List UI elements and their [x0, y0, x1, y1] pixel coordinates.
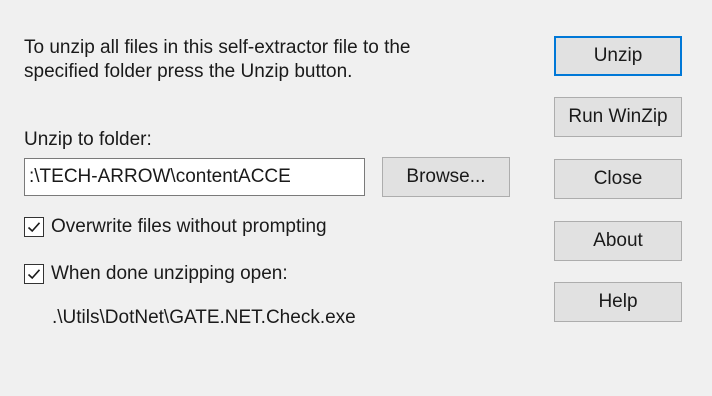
- open-when-done-label: When done unzipping open:: [51, 263, 288, 284]
- help-button[interactable]: Help: [554, 282, 682, 322]
- open-file-path: .\Utils\DotNet\GATE.NET.Check.exe: [52, 307, 356, 328]
- instructions-text: To unzip all files in this self-extracto…: [24, 37, 411, 82]
- overwrite-label: Overwrite files without prompting: [51, 216, 327, 237]
- open-when-done-option[interactable]: When done unzipping open:: [24, 262, 288, 286]
- overwrite-option[interactable]: Overwrite files without prompting: [24, 215, 327, 239]
- checkmark-icon: [27, 222, 41, 233]
- unzip-folder-label: Unzip to folder:: [24, 129, 152, 150]
- close-button[interactable]: Close: [554, 159, 682, 199]
- unzip-folder-input[interactable]: [24, 158, 365, 196]
- checkmark-icon: [27, 269, 41, 280]
- run-winzip-button[interactable]: Run WinZip: [554, 97, 682, 137]
- overwrite-checkbox[interactable]: [24, 217, 44, 237]
- winzip-self-extractor-dialog: To unzip all files in this self-extracto…: [0, 0, 712, 396]
- browse-button[interactable]: Browse...: [382, 157, 510, 197]
- unzip-button[interactable]: Unzip: [554, 36, 682, 76]
- open-when-done-checkbox[interactable]: [24, 264, 44, 284]
- about-button[interactable]: About: [554, 221, 682, 261]
